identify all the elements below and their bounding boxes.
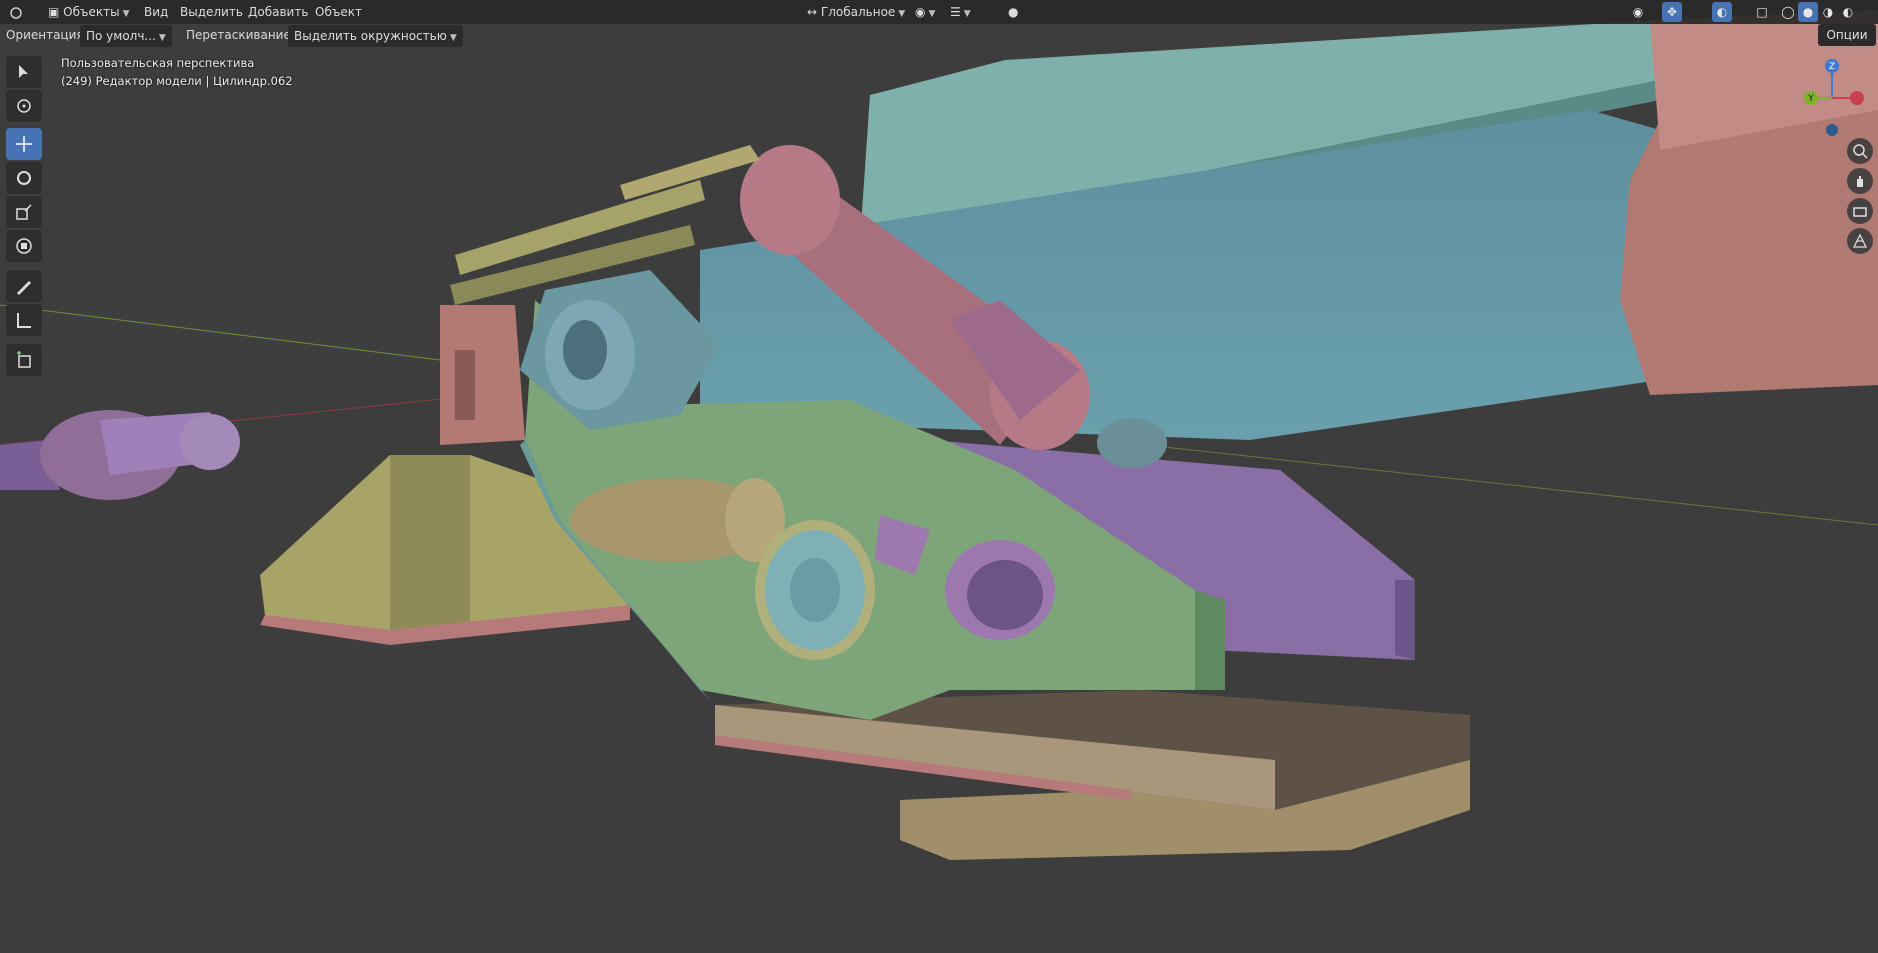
material-shading-icon[interactable]: ◑: [1818, 2, 1838, 22]
xray-toggle-icon[interactable]: □: [1752, 2, 1772, 22]
crosshair-icon: [17, 99, 31, 113]
options-button[interactable]: Опции: [1818, 24, 1876, 46]
drag-dropdown[interactable]: Выделить окружностью ▼: [288, 25, 463, 47]
viewport-header: ▣ Объекты ▼ Вид Выделить Добавить Объект …: [0, 0, 1878, 24]
wireframe-shading-icon[interactable]: ◯: [1778, 2, 1798, 22]
orientation-icon: ↔: [807, 5, 818, 19]
scene-render: [0, 10, 1878, 860]
z-axis-label: Z: [1829, 62, 1835, 72]
camera-view-button[interactable]: [1847, 198, 1873, 224]
transform-icon: [16, 238, 32, 254]
transform-orientation-label: Глобальное: [820, 5, 896, 19]
perspective-toggle-button[interactable]: [1847, 228, 1873, 254]
drag-value: Выделить окружностью: [294, 29, 447, 43]
object-mode-icon: ▣: [48, 5, 60, 19]
measure-tool[interactable]: [6, 304, 42, 336]
proportional-editing-icon: ●: [1008, 5, 1019, 19]
y-axis-label: Y: [1807, 94, 1814, 104]
menu-select[interactable]: Выделить: [180, 0, 243, 24]
grid-icon: [1852, 233, 1868, 248]
visibility-icon[interactable]: ◉: [1628, 2, 1648, 22]
proportional-editing-toggle[interactable]: ●: [1008, 0, 1018, 24]
transform-tool[interactable]: [6, 230, 42, 262]
scale-icon: [16, 204, 32, 220]
x-axis-handle[interactable]: [1850, 91, 1864, 105]
move-tool[interactable]: [6, 128, 42, 160]
overlays-toggle-icon[interactable]: ◐: [1712, 2, 1732, 22]
cursor-tool[interactable]: [6, 90, 42, 122]
scale-tool[interactable]: [6, 196, 42, 228]
zoom-icon: [1853, 144, 1868, 159]
add-cube-icon: [17, 351, 31, 368]
mode-dropdown[interactable]: ▣ Объекты ▼: [48, 0, 130, 24]
object-info: (249) Редактор модели | Цилиндр.062: [61, 74, 293, 88]
zoom-button[interactable]: [1847, 138, 1873, 164]
select-box-tool[interactable]: [6, 56, 42, 88]
move-icon: [16, 136, 32, 152]
view-name: Пользовательская перспектива: [61, 56, 255, 70]
snap-dropdown[interactable]: ☰ ▼: [950, 0, 971, 24]
measure-icon: [17, 313, 31, 328]
menu-view[interactable]: Вид: [144, 0, 168, 24]
transform-orientation-dropdown[interactable]: ↔ Глобальное ▼: [807, 0, 905, 24]
snap-icon: ☰: [950, 5, 961, 19]
editor-type-icon: [10, 6, 22, 19]
annotate-icon: [17, 281, 31, 295]
drag-label: Перетаскивание:: [186, 28, 295, 42]
orientation-value: По умолч...: [86, 29, 156, 43]
orientation-dropdown[interactable]: По умолч... ▼: [80, 25, 172, 47]
solid-shading-icon[interactable]: ●: [1798, 2, 1818, 22]
annotate-tool[interactable]: [6, 270, 42, 302]
rotate-tool[interactable]: [6, 162, 42, 194]
cursor-icon: [19, 65, 28, 78]
hand-icon: [1857, 176, 1863, 187]
navigation-gizmo[interactable]: Z Y: [1795, 56, 1870, 138]
camera-icon: [1853, 207, 1867, 217]
pivot-dropdown[interactable]: ◉ ▼: [915, 0, 935, 24]
tool-settings-bar: Ориентация: По умолч... ▼ Перетаскивание:…: [0, 24, 463, 47]
menu-add[interactable]: Добавить: [248, 0, 308, 24]
menu-object[interactable]: Объект: [315, 0, 362, 24]
pivot-icon: ◉: [915, 5, 926, 19]
editor-type-dropdown[interactable]: [8, 0, 24, 24]
add-cube-tool[interactable]: [6, 344, 42, 376]
neg-z-axis-handle[interactable]: [1826, 124, 1838, 136]
3d-viewport[interactable]: [0, 0, 1878, 953]
mode-label: Объекты: [63, 5, 120, 19]
rotate-icon: [17, 171, 31, 185]
orientation-label: Ориентация:: [6, 28, 88, 42]
gizmo-toggle-icon[interactable]: ✥: [1662, 2, 1682, 22]
rendered-shading-icon[interactable]: ◐: [1838, 2, 1858, 22]
pan-button[interactable]: [1847, 168, 1873, 194]
